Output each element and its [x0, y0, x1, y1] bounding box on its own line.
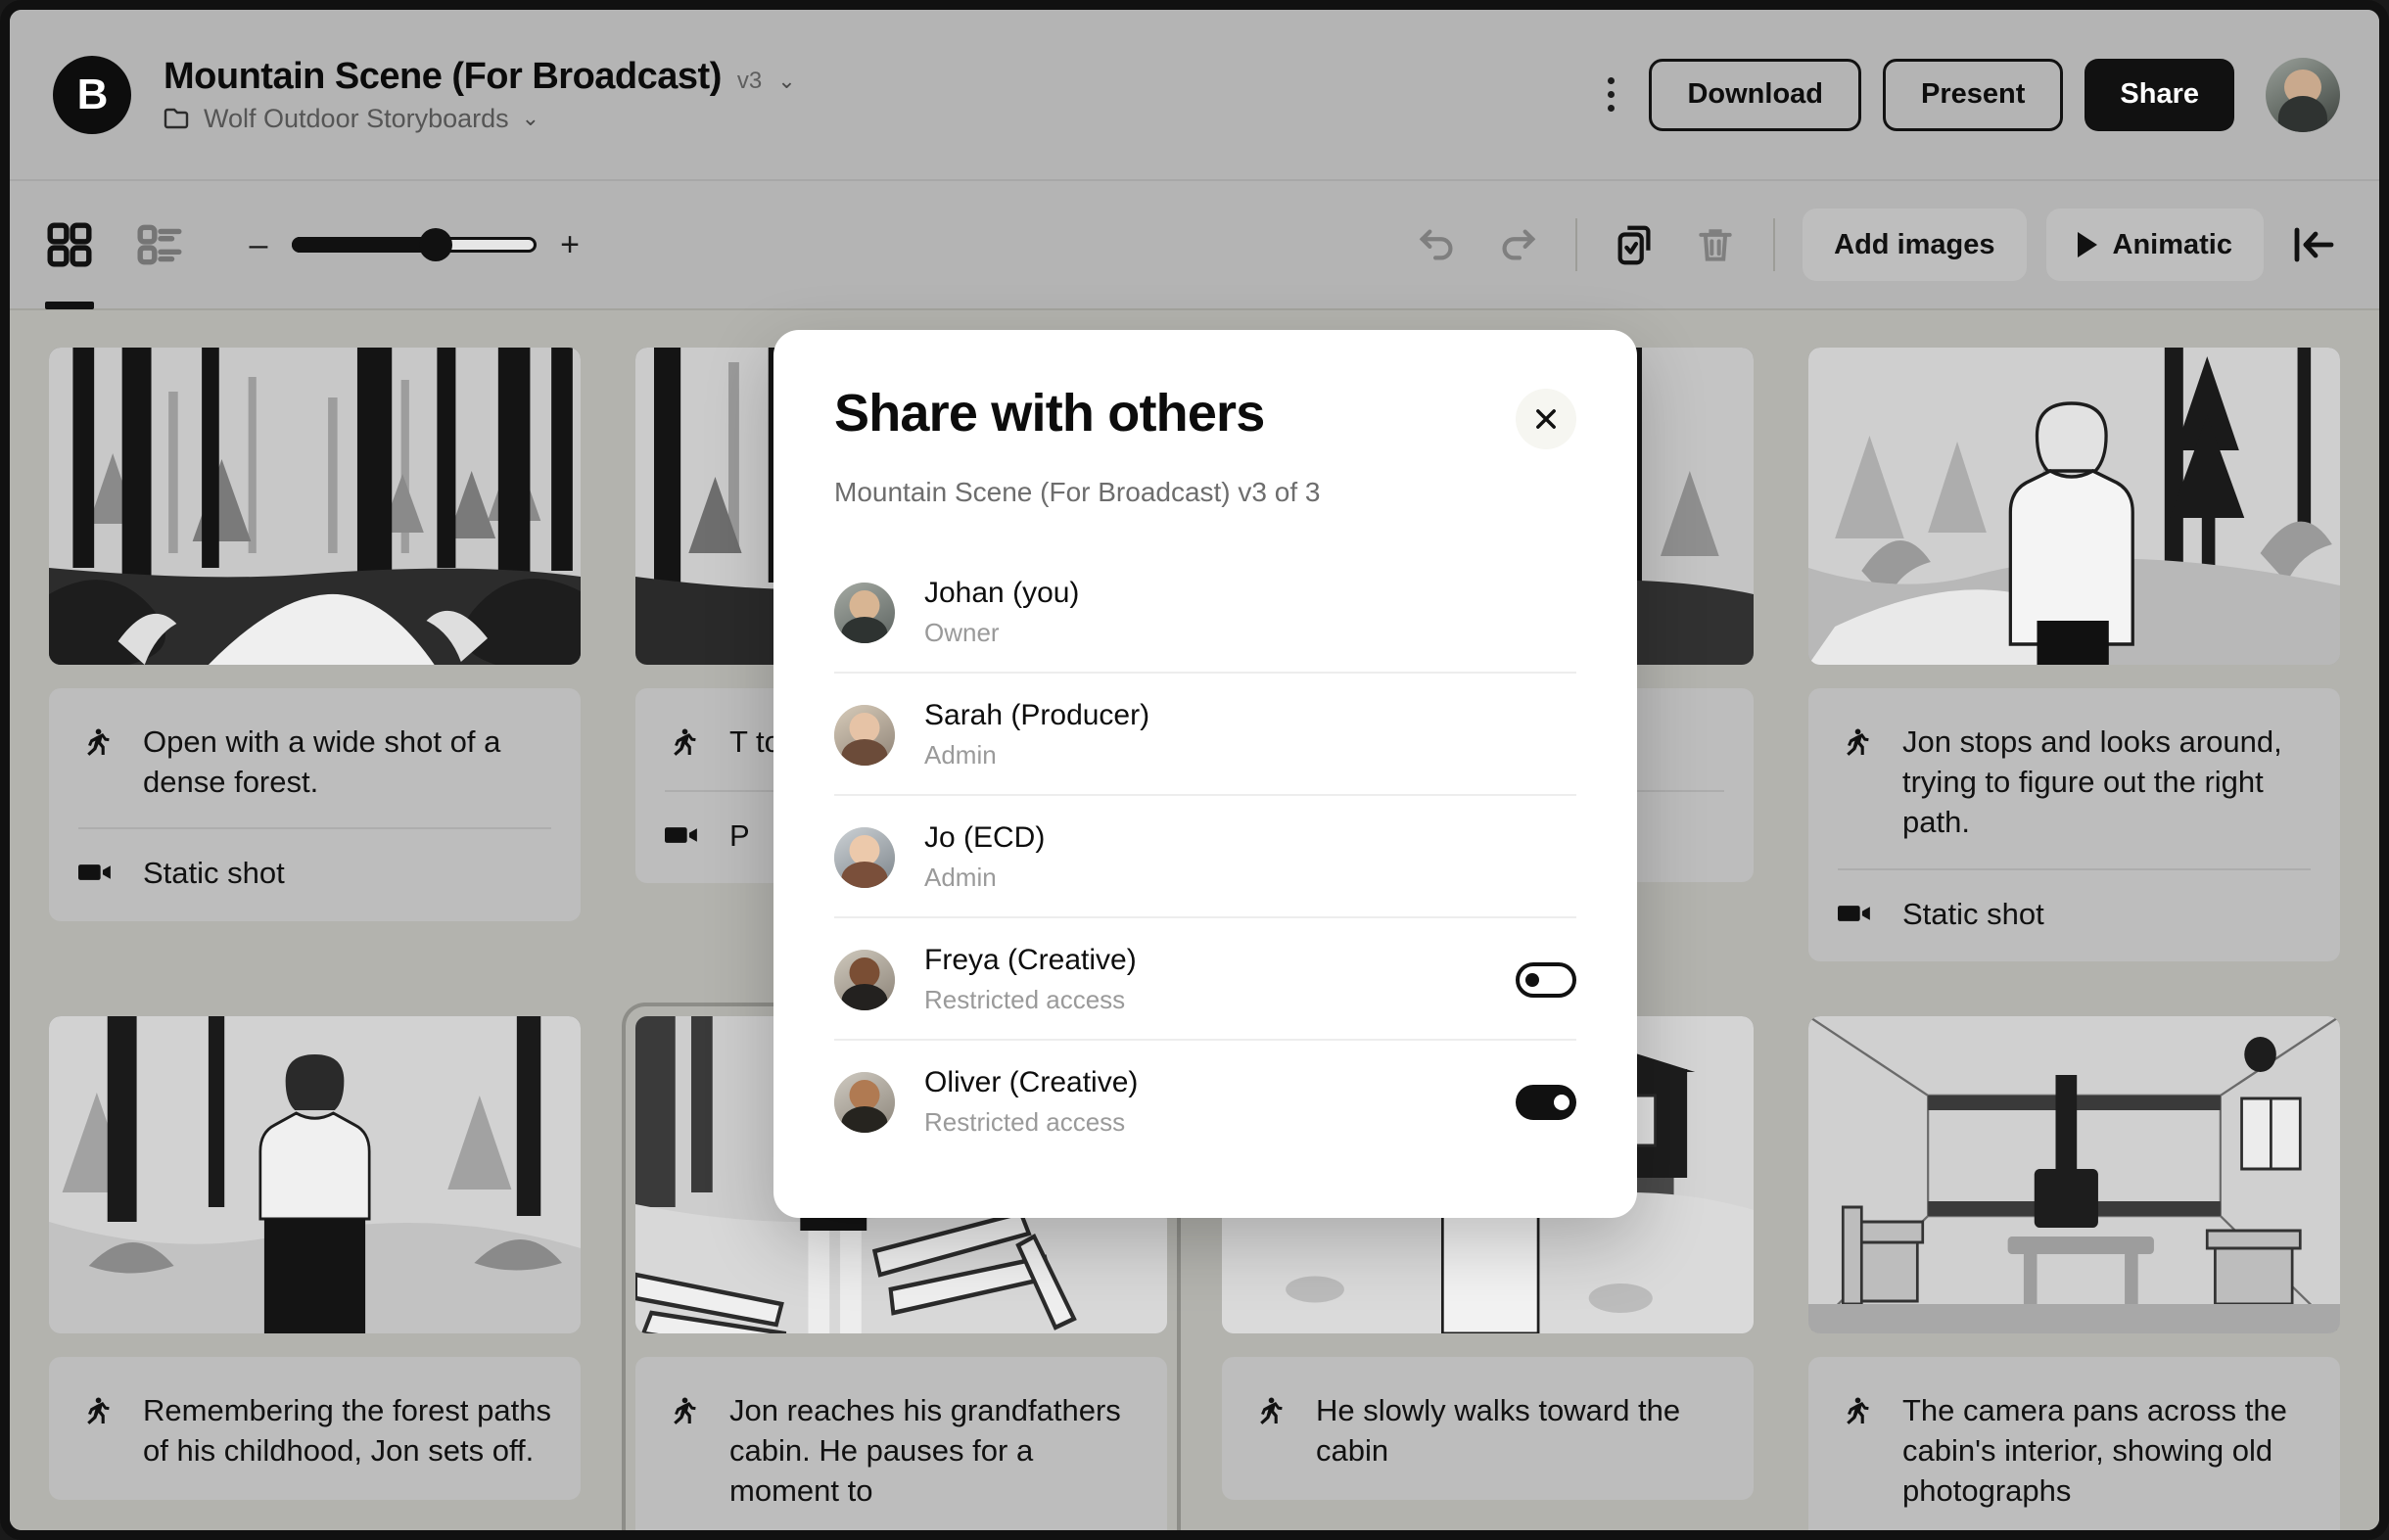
person-role: Admin	[924, 863, 1576, 893]
list-item[interactable]: Freya (Creative) Restricted access	[834, 918, 1576, 1041]
avatar-jo	[834, 827, 895, 888]
avatar-johan	[834, 583, 895, 643]
person-role: Admin	[924, 740, 1576, 770]
dialog-subtitle: Mountain Scene (For Broadcast) v3 of 3	[834, 477, 1576, 508]
access-toggle[interactable]	[1516, 1085, 1576, 1120]
avatar-oliver	[834, 1072, 895, 1133]
person-name: Johan (you)	[924, 577, 1576, 610]
list-item[interactable]: Oliver (Creative) Restricted access	[834, 1041, 1576, 1161]
list-item[interactable]: Jo (ECD) Admin	[834, 796, 1576, 918]
person-role: Owner	[924, 618, 1576, 648]
person-info: Johan (you) Owner	[924, 577, 1576, 648]
access-toggle[interactable]	[1516, 962, 1576, 998]
toggle-knob	[1554, 1095, 1569, 1110]
avatar-freya	[834, 950, 895, 1010]
share-dialog: Share with others Mountain Scene (For Br…	[773, 330, 1637, 1218]
person-role: Restricted access	[924, 1107, 1486, 1138]
person-name: Freya (Creative)	[924, 944, 1486, 977]
person-role: Restricted access	[924, 985, 1486, 1015]
dialog-header: Share with others	[834, 383, 1576, 449]
avatar-sarah	[834, 705, 895, 766]
list-item[interactable]: Johan (you) Owner	[834, 551, 1576, 674]
person-name: Oliver (Creative)	[924, 1066, 1486, 1099]
person-info: Sarah (Producer) Admin	[924, 699, 1576, 770]
list-item[interactable]: Sarah (Producer) Admin	[834, 674, 1576, 796]
app-window: B Mountain Scene (For Broadcast) v3 ⌄ Wo…	[0, 0, 2389, 1540]
toggle-knob	[1525, 973, 1539, 987]
person-info: Jo (ECD) Admin	[924, 821, 1576, 893]
person-name: Sarah (Producer)	[924, 699, 1576, 732]
dialog-title: Share with others	[834, 383, 1265, 443]
person-info: Oliver (Creative) Restricted access	[924, 1066, 1486, 1138]
people-list: Johan (you) Owner Sarah (Producer) Admin	[834, 551, 1576, 1161]
person-name: Jo (ECD)	[924, 821, 1576, 855]
person-info: Freya (Creative) Restricted access	[924, 944, 1486, 1015]
close-icon[interactable]	[1516, 389, 1576, 449]
